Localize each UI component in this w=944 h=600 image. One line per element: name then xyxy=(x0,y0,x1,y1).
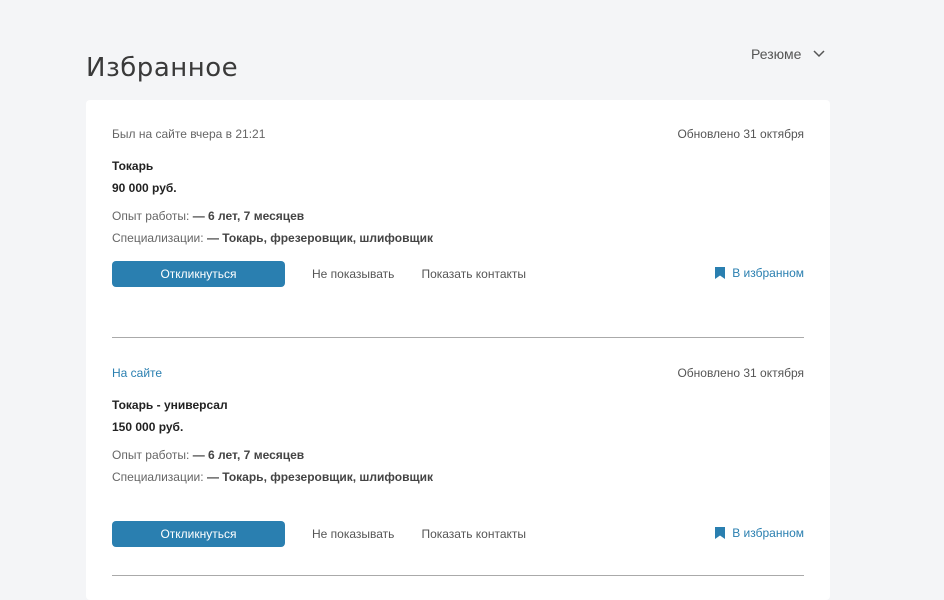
specialization-row: Специализации: — Токарь, фрезеровщик, шл… xyxy=(112,466,804,488)
filter-label: Резюме xyxy=(751,46,802,62)
resume-salary: 150 000 руб. xyxy=(112,420,184,434)
resume-meta: Опыт работы: — 6 лет, 7 месяцев Специали… xyxy=(112,205,804,249)
specialization-value: — Токарь, фрезеровщик, шлифовщик xyxy=(206,231,433,245)
page-title: Избранное xyxy=(86,53,239,84)
favorite-toggle[interactable]: В избранном xyxy=(715,526,804,540)
favorites-card: Был на сайте вчера в 21:21 Обновлено 31 … xyxy=(86,100,830,600)
favorite-label: В избранном xyxy=(732,266,804,280)
online-status: Был на сайте вчера в 21:21 xyxy=(112,127,266,141)
experience-label: Опыт работы: xyxy=(112,209,190,223)
hide-link[interactable]: Не показывать xyxy=(312,527,394,541)
updated-date: Обновлено 31 октября xyxy=(677,127,804,141)
resume-meta: Опыт работы: — 6 лет, 7 месяцев Специали… xyxy=(112,444,804,488)
resume-filter-dropdown[interactable]: Резюме xyxy=(751,46,825,62)
bookmark-icon xyxy=(715,527,726,539)
experience-row: Опыт работы: — 6 лет, 7 месяцев xyxy=(112,444,804,466)
specialization-row: Специализации: — Токарь, фрезеровщик, шл… xyxy=(112,227,804,249)
chevron-down-icon xyxy=(813,50,825,58)
favorite-label: В избранном xyxy=(732,526,804,540)
divider xyxy=(112,575,804,576)
specialization-label: Специализации: xyxy=(112,231,204,245)
experience-value: — 6 лет, 7 месяцев xyxy=(192,209,305,223)
resume-actions: Откликнуться Не показывать Показать конт… xyxy=(112,261,804,287)
specialization-value: — Токарь, фрезеровщик, шлифовщик xyxy=(206,470,433,484)
experience-row: Опыт работы: — 6 лет, 7 месяцев xyxy=(112,205,804,227)
resume-salary: 90 000 руб. xyxy=(112,181,177,195)
online-status: На сайте xyxy=(112,366,163,380)
experience-value: — 6 лет, 7 месяцев xyxy=(192,448,305,462)
resume-actions: Откликнуться Не показывать Показать конт… xyxy=(112,521,804,547)
respond-button[interactable]: Откликнуться xyxy=(112,261,285,287)
bookmark-icon xyxy=(715,267,726,279)
show-contacts-link[interactable]: Показать контакты xyxy=(421,527,526,541)
resume-item: На сайте Обновлено 31 октября Токарь - у… xyxy=(112,366,804,547)
specialization-label: Специализации: xyxy=(112,470,204,484)
divider xyxy=(112,337,804,338)
updated-date: Обновлено 31 октября xyxy=(677,366,804,380)
resume-title[interactable]: Токарь xyxy=(112,159,804,173)
hide-link[interactable]: Не показывать xyxy=(312,267,394,281)
respond-button[interactable]: Откликнуться xyxy=(112,521,285,547)
experience-label: Опыт работы: xyxy=(112,448,190,462)
favorite-toggle[interactable]: В избранном xyxy=(715,266,804,280)
resume-title[interactable]: Токарь - универсал xyxy=(112,398,804,412)
resume-item: Был на сайте вчера в 21:21 Обновлено 31 … xyxy=(112,127,804,287)
show-contacts-link[interactable]: Показать контакты xyxy=(421,267,526,281)
